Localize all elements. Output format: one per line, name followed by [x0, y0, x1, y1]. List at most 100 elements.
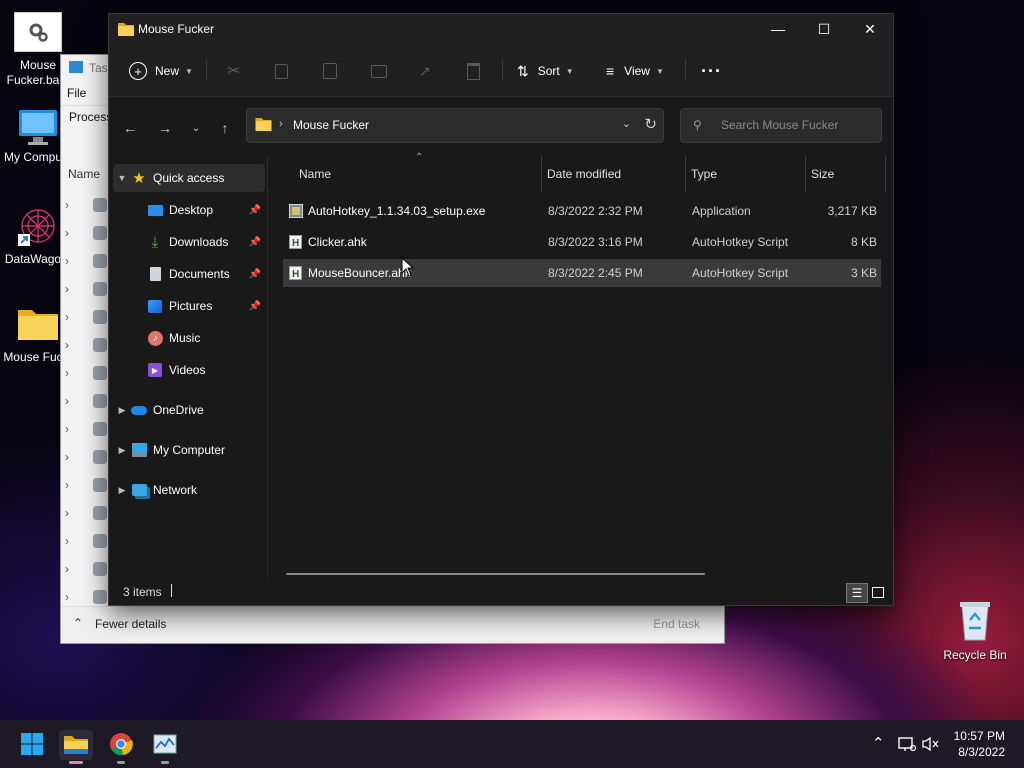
tiles-view-button[interactable] — [868, 583, 888, 601]
copy-button[interactable] — [275, 59, 288, 83]
network-status-icon[interactable] — [898, 736, 917, 755]
tab-processes[interactable]: Process — [69, 110, 112, 124]
menu-file[interactable]: File — [67, 86, 86, 100]
chevron-right-icon[interactable]: › — [65, 254, 81, 268]
column-header-date[interactable]: Date modified — [547, 156, 687, 192]
column-divider[interactable] — [805, 156, 806, 192]
chevron-right-icon[interactable]: › — [65, 282, 81, 296]
taskbar-file-explorer[interactable] — [59, 730, 93, 764]
volume-muted-icon[interactable] — [922, 736, 940, 755]
refresh-icon[interactable]: ↻ — [644, 115, 657, 133]
chevron-right-icon[interactable]: › — [65, 562, 81, 576]
forward-button[interactable]: → — [154, 117, 176, 139]
chevron-right-icon[interactable]: › — [65, 422, 81, 436]
view-button[interactable]: ≡ View ▼ — [606, 59, 664, 83]
process-row[interactable]: › — [65, 359, 107, 387]
process-row[interactable]: › — [65, 555, 107, 583]
sidebar-item-onedrive[interactable]: ▶ OneDrive — [113, 396, 265, 424]
breadcrumb[interactable]: Mouse Fucker — [293, 118, 369, 132]
chevron-down-icon[interactable]: ⌄ — [622, 117, 631, 130]
chevron-right-icon[interactable]: › — [65, 310, 81, 324]
breadcrumb-chevron-icon[interactable]: › — [279, 118, 283, 130]
desktop-icon-recycle-bin[interactable]: Recycle Bin — [937, 598, 1013, 663]
column-header-name[interactable]: Name — [299, 156, 539, 192]
chevron-up-icon[interactable]: ⌃ — [73, 616, 83, 630]
chevron-right-icon[interactable]: › — [65, 394, 81, 408]
paste-button[interactable] — [323, 59, 337, 83]
process-row[interactable]: › — [65, 415, 107, 443]
close-button[interactable]: ✕ — [847, 14, 893, 44]
sidebar-item-documents[interactable]: Documents 📌 — [113, 260, 265, 288]
taskbar-chrome[interactable] — [104, 730, 138, 764]
delete-button[interactable] — [467, 59, 480, 83]
pin-icon[interactable]: 📌 — [249, 301, 261, 312]
address-bar[interactable]: › Mouse Fucker ⌄ ↻ — [246, 108, 664, 143]
sidebar-item-network[interactable]: ▶ Network — [113, 476, 265, 504]
chevron-right-icon[interactable]: › — [65, 450, 81, 464]
show-hidden-icons-chevron-icon[interactable]: ⌃ — [872, 734, 885, 752]
chevron-right-icon[interactable]: › — [65, 226, 81, 240]
process-row[interactable]: › — [65, 247, 107, 275]
sidebar-item-pictures[interactable]: Pictures 📌 — [113, 292, 265, 320]
chevron-right-icon[interactable]: › — [65, 590, 81, 604]
sidebar-item-downloads[interactable]: ⤓ Downloads 📌 — [113, 228, 265, 256]
pane-divider[interactable] — [267, 156, 268, 578]
sidebar-item-quick-access[interactable]: ▼ ★ Quick access — [113, 164, 265, 192]
process-row[interactable]: › — [65, 219, 107, 247]
pin-icon[interactable]: 📌 — [249, 269, 261, 280]
sidebar-item-videos[interactable]: ▶ Videos — [113, 356, 265, 384]
back-button[interactable]: ← — [119, 117, 141, 139]
chevron-right-icon[interactable]: › — [65, 478, 81, 492]
sidebar-item-music[interactable]: ♪ Music — [113, 324, 265, 352]
search-input[interactable] — [719, 117, 873, 133]
up-button[interactable]: ↑ — [214, 117, 236, 139]
sidebar-item-desktop[interactable]: Desktop 📌 — [113, 196, 265, 224]
cut-button[interactable]: ✂ — [227, 59, 240, 83]
details-view-button[interactable]: ☰ — [846, 583, 868, 603]
more-options-button[interactable]: ··· — [701, 59, 722, 83]
sidebar-item-my-computer[interactable]: ▶ My Computer — [113, 436, 265, 464]
title-bar[interactable]: Mouse Fucker — ☐ ✕ — [109, 14, 893, 46]
maximize-button[interactable]: ☐ — [801, 14, 847, 44]
process-row[interactable]: › — [65, 387, 107, 415]
new-button[interactable]: + New ▼ — [129, 59, 193, 83]
system-clock[interactable]: 10:57 PM 8/3/2022 — [954, 728, 1005, 760]
column-name[interactable]: Name — [68, 167, 100, 181]
file-row-selected[interactable]: H MouseBouncer.ahk 8/3/2022 2:45 PM Auto… — [283, 259, 881, 287]
pin-icon[interactable]: 📌 — [249, 205, 261, 216]
chevron-right-icon[interactable]: ▶ — [113, 405, 131, 416]
taskbar-task-manager[interactable] — [148, 730, 182, 764]
recent-locations-button[interactable]: ⌄ — [185, 117, 207, 139]
column-divider[interactable] — [541, 156, 542, 192]
file-row[interactable]: H Clicker.ahk 8/3/2022 3:16 PM AutoHotke… — [283, 228, 881, 256]
chevron-down-icon[interactable]: ▼ — [113, 173, 131, 183]
chevron-right-icon[interactable]: › — [65, 534, 81, 548]
process-row[interactable]: › — [65, 471, 107, 499]
process-row[interactable]: › — [65, 191, 107, 219]
file-row[interactable]: AutoHotkey_1.1.34.03_setup.exe 8/3/2022 … — [283, 197, 881, 225]
process-row[interactable]: › — [65, 527, 107, 555]
process-row[interactable]: › — [65, 499, 107, 527]
column-header-type[interactable]: Type — [691, 156, 801, 192]
file-explorer-window[interactable]: Mouse Fucker — ☐ ✕ + New ▼ ✂ ↗ ⇅ Sort ▼ … — [108, 13, 894, 606]
process-row[interactable]: › — [65, 443, 107, 471]
chevron-right-icon[interactable]: › — [65, 198, 81, 212]
start-button[interactable] — [15, 730, 49, 760]
share-button[interactable]: ↗ — [419, 59, 431, 83]
chevron-right-icon[interactable]: ▶ — [113, 485, 131, 496]
end-task-button[interactable]: End task — [653, 617, 700, 631]
search-box[interactable]: ⚲ — [680, 108, 882, 143]
process-row[interactable]: › — [65, 303, 107, 331]
column-divider[interactable] — [685, 156, 686, 192]
chevron-right-icon[interactable]: ▶ — [113, 445, 131, 456]
process-row[interactable]: › — [65, 331, 107, 359]
chevron-right-icon[interactable]: › — [65, 338, 81, 352]
rename-button[interactable] — [371, 59, 387, 83]
horizontal-scrollbar[interactable] — [286, 573, 705, 575]
minimize-button[interactable]: — — [755, 14, 801, 44]
chevron-right-icon[interactable]: › — [65, 506, 81, 520]
chevron-right-icon[interactable]: › — [65, 366, 81, 380]
pin-icon[interactable]: 📌 — [249, 237, 261, 248]
column-header-size[interactable]: Size — [811, 156, 881, 192]
sort-button[interactable]: ⇅ Sort ▼ — [517, 59, 574, 83]
